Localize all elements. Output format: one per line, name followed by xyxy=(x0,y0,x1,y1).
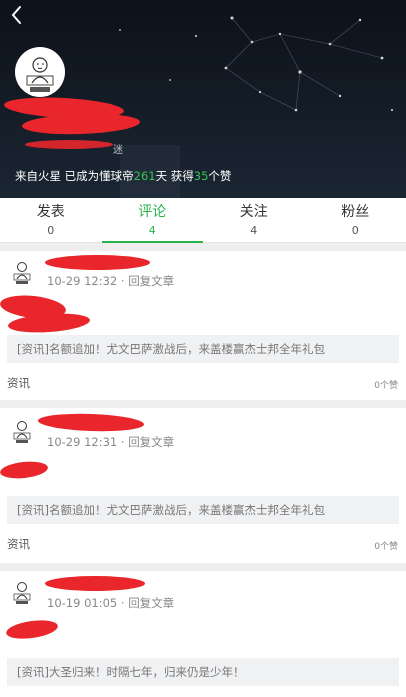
likes-count: 35 xyxy=(193,169,209,183)
quoted-article[interactable]: [资讯]大圣归来！时隔七年，归来仍是少年！ xyxy=(7,658,399,686)
redacted-commenter-name xyxy=(37,412,145,433)
meta-separator: · xyxy=(120,274,125,288)
user-avatar[interactable] xyxy=(15,47,65,97)
comment-avatar[interactable] xyxy=(7,577,37,607)
redacted-comment-text xyxy=(0,459,49,481)
comment-avatar[interactable] xyxy=(7,416,37,446)
redacted-commenter-name xyxy=(45,576,145,591)
profile-header: 迷 来自火星 已成为懂球帝261天 获得35个赞 xyxy=(0,0,406,198)
comment-meta[interactable]: 10-29 12:31 · 回复文章 xyxy=(47,434,174,450)
comment-time: 10-19 01:05 xyxy=(47,596,118,610)
meme-face-avatar-image xyxy=(26,57,54,92)
comment-item[interactable]: 10-29 12:32 · 回复文章 [资讯]名额追加！尤文巴萨激战后，来盖楼赢… xyxy=(0,251,406,400)
comment-meta[interactable]: 10-29 12:32 · 回复文章 xyxy=(47,273,174,289)
category-tag[interactable]: 资讯 xyxy=(7,375,30,391)
quoted-article[interactable]: [资讯]名额追加！尤文巴萨激战后，来盖楼赢杰士邦全年礼包 xyxy=(7,335,399,363)
redacted-subtitle xyxy=(25,140,113,149)
comment-avatar[interactable] xyxy=(7,257,37,287)
tab-posts[interactable]: 发表 0 xyxy=(0,198,102,242)
meta-separator: · xyxy=(120,596,125,610)
meta-separator: · xyxy=(120,435,125,449)
like-count[interactable]: 0个赞 xyxy=(374,539,398,552)
comment-item[interactable]: 10-19 01:05 · 回复文章 [资讯]大圣归来！时隔七年，归来仍是少年！ xyxy=(0,571,406,697)
days-count: 261 xyxy=(133,169,156,183)
meme-face-avatar-image xyxy=(13,262,31,284)
comment-time: 10-29 12:31 xyxy=(47,435,118,449)
divider xyxy=(0,563,406,571)
chevron-left-icon xyxy=(11,6,21,24)
divider xyxy=(0,400,406,408)
redacted-commenter-name xyxy=(45,255,150,270)
reply-article-link: 回复文章 xyxy=(128,274,175,288)
reply-article-link: 回复文章 xyxy=(128,596,175,610)
user-bio: 来自火星 已成为懂球帝261天 获得35个赞 xyxy=(15,169,232,183)
comment-time: 10-29 12:32 xyxy=(47,274,118,288)
divider xyxy=(0,243,406,251)
category-tag[interactable]: 资讯 xyxy=(7,536,30,552)
tab-comments[interactable]: 评论 4 xyxy=(101,198,204,243)
like-count[interactable]: 0个赞 xyxy=(374,378,398,391)
redacted-comment-text xyxy=(5,617,59,642)
back-button[interactable] xyxy=(6,2,28,28)
comment-item[interactable]: 10-29 12:31 · 回复文章 [资讯]名额追加！尤文巴萨激战后，来盖楼赢… xyxy=(0,408,406,563)
quoted-article[interactable]: [资讯]名额追加！尤文巴萨激战后，来盖楼赢杰士邦全年礼包 xyxy=(7,496,399,524)
profile-tabs: 发表 0 评论 4 关注 4 粉丝 0 xyxy=(0,198,406,243)
reply-article-link: 回复文章 xyxy=(128,435,175,449)
partial-subtitle: 迷 xyxy=(113,145,123,156)
tab-followers[interactable]: 粉丝 0 xyxy=(305,198,406,242)
tab-following[interactable]: 关注 4 xyxy=(203,198,305,242)
meme-face-avatar-image xyxy=(13,421,31,443)
meme-face-avatar-image xyxy=(13,582,31,604)
comment-meta[interactable]: 10-19 01:05 · 回复文章 xyxy=(47,595,174,611)
